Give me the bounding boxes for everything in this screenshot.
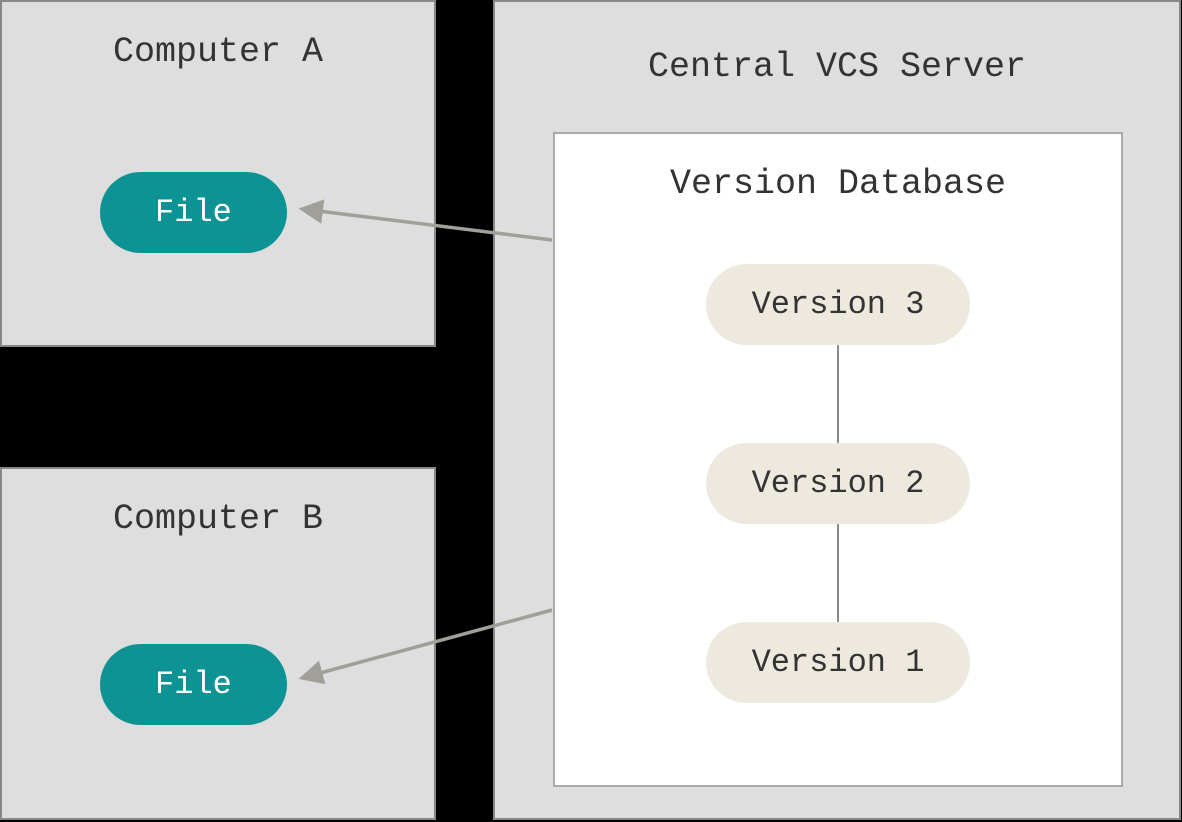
version-database-title: Version Database xyxy=(555,164,1121,204)
computer-a-box: Computer A File xyxy=(0,0,436,347)
connector-line xyxy=(837,524,839,622)
version-badge: Version 1 xyxy=(706,622,971,703)
version-badge: Version 2 xyxy=(706,443,971,524)
server-box: Central VCS Server Version Database Vers… xyxy=(493,0,1181,820)
computer-a-file-badge: File xyxy=(100,172,287,253)
computer-a-title: Computer A xyxy=(2,32,434,72)
computer-b-file-badge: File xyxy=(100,644,287,725)
connector-line xyxy=(837,345,839,443)
computer-b-title: Computer B xyxy=(2,499,434,539)
server-title: Central VCS Server xyxy=(495,47,1179,87)
version-database-box: Version Database Version 3 Version 2 Ver… xyxy=(553,132,1123,787)
version-badge: Version 3 xyxy=(706,264,971,345)
computer-b-box: Computer B File xyxy=(0,467,436,820)
versions-list: Version 3 Version 2 Version 1 xyxy=(555,264,1121,703)
